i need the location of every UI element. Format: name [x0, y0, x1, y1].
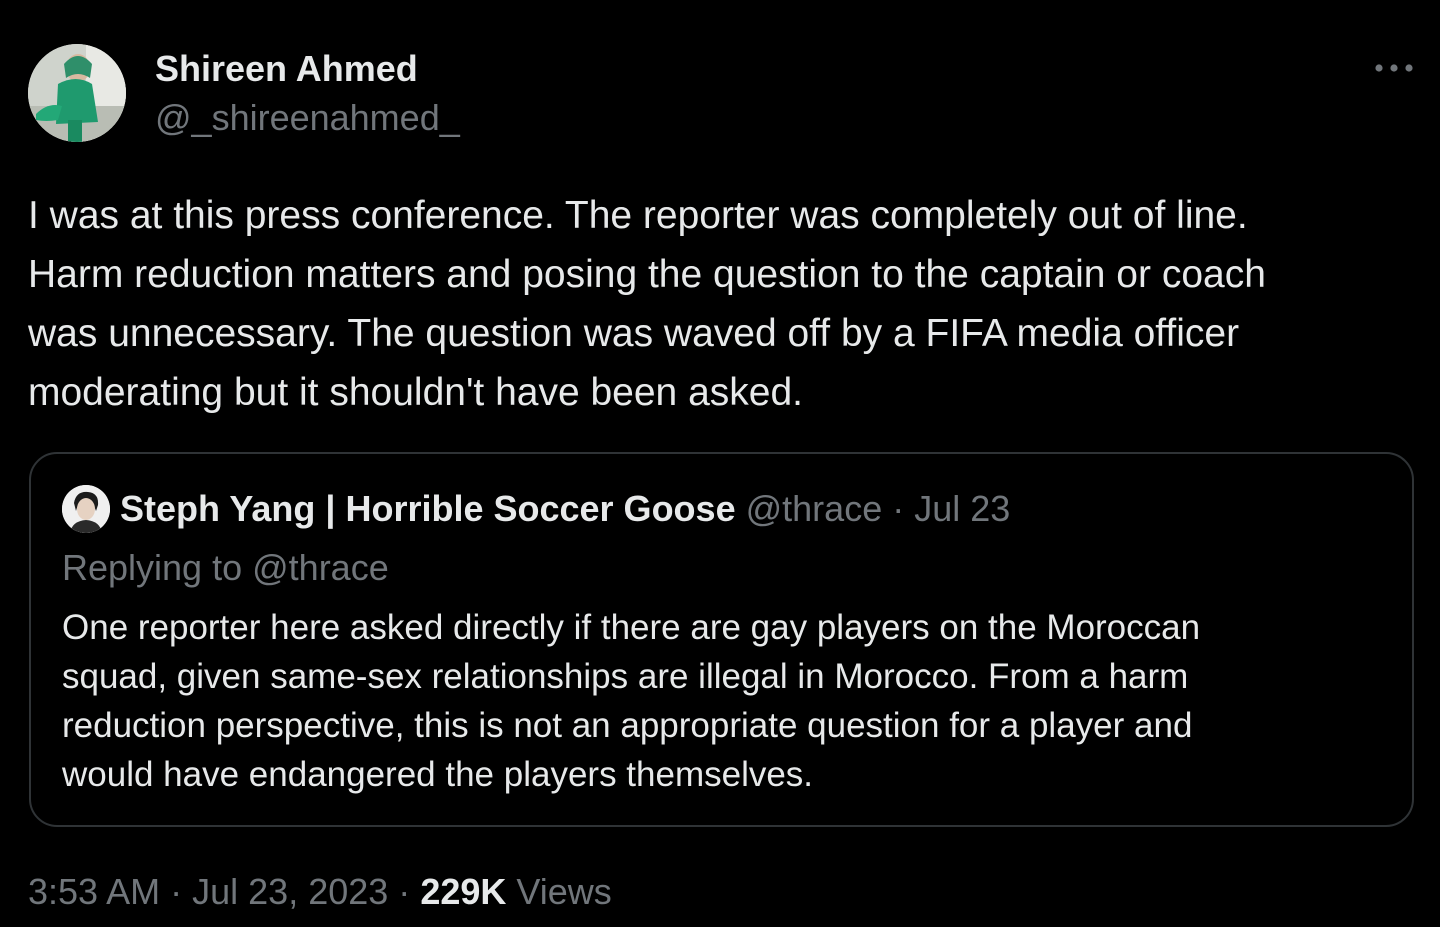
quote-text: One reporter here asked directly if ther…: [62, 603, 1382, 799]
quote-header: Steph Yang | Horrible Soccer Goose @thra…: [120, 486, 1010, 532]
tweet-text-line: I was at this press conference. The repo…: [28, 194, 1248, 237]
quote-text-line: would have endangered the players themse…: [62, 755, 814, 794]
views-label: Views: [516, 871, 612, 912]
quote-author-avatar[interactable]: [62, 485, 110, 533]
dot-separator: ·: [398, 871, 411, 912]
replying-to: Replying to @thrace: [62, 545, 389, 591]
author-handle[interactable]: @_shireenahmed_: [155, 95, 460, 141]
tweet-text-line: moderating but it shouldn't have been as…: [28, 371, 803, 414]
quoted-tweet[interactable]: Steph Yang | Horrible Soccer Goose @thra…: [29, 452, 1414, 827]
dot-separator: ·: [170, 871, 183, 912]
tweet-time[interactable]: 3:53 AM: [28, 871, 160, 912]
profile-photo: [28, 44, 126, 142]
more-options-button[interactable]: [1370, 50, 1418, 86]
quote-author-handle[interactable]: @thrace: [746, 488, 883, 529]
tweet-date[interactable]: Jul 23, 2023: [192, 871, 388, 912]
tweet-meta: 3:53 AM · Jul 23, 2023 · 229K Views: [28, 869, 612, 915]
author-name[interactable]: Shireen Ahmed: [155, 46, 418, 92]
tweet-text-line: was unnecessary. The question was waved …: [28, 312, 1240, 355]
ellipsis-horizontal-icon: [1375, 64, 1413, 72]
quote-author-name[interactable]: Steph Yang | Horrible Soccer Goose: [120, 488, 736, 529]
profile-photo: [62, 485, 110, 533]
author-avatar[interactable]: [28, 44, 126, 142]
views-count[interactable]: 229K: [420, 871, 506, 912]
tweet-text: I was at this press conference. The repo…: [28, 186, 1428, 422]
tweet-text-line: Harm reduction matters and posing the qu…: [28, 253, 1266, 296]
dot-separator: ·: [892, 488, 905, 529]
quote-text-line: One reporter here asked directly if ther…: [62, 608, 1201, 647]
quote-date[interactable]: Jul 23: [914, 488, 1010, 529]
quote-text-line: squad, given same-sex relationships are …: [62, 657, 1189, 696]
quote-text-line: reduction perspective, this is not an ap…: [62, 706, 1193, 745]
replying-to-label: Replying to: [62, 547, 243, 588]
replying-to-handle[interactable]: @thrace: [252, 547, 389, 588]
